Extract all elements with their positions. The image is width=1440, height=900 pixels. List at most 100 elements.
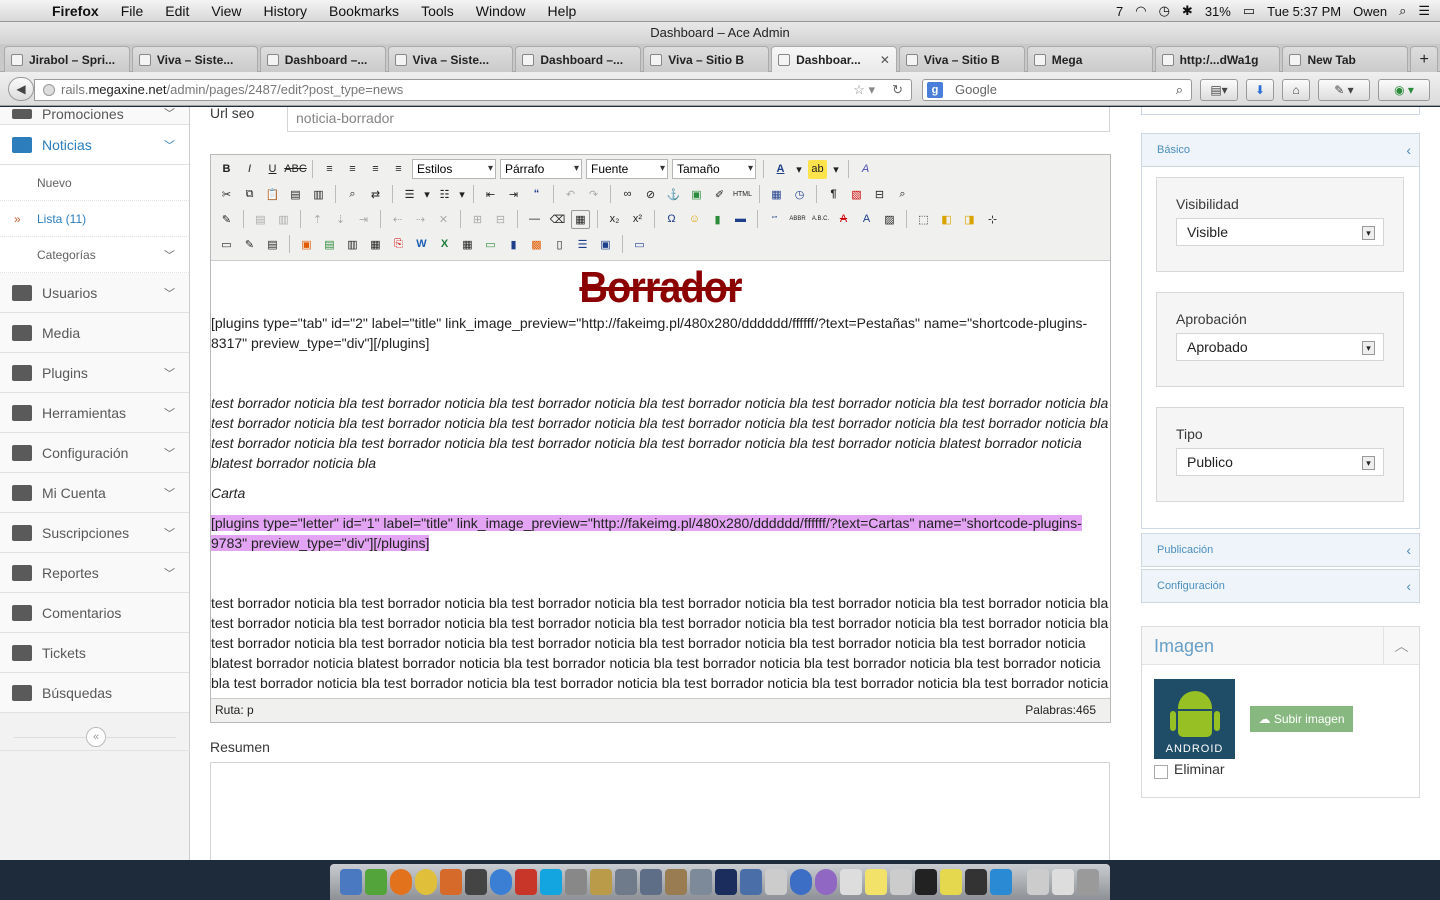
align-right-icon[interactable]: ≡ (366, 160, 385, 179)
app-icon[interactable] (940, 869, 962, 895)
wifi-icon[interactable]: ◠ (1135, 3, 1146, 19)
paste-text-icon[interactable]: ▤ (286, 185, 305, 204)
sidebar-subitem-nuevo[interactable]: Nuevo (0, 165, 189, 201)
browser-tab[interactable]: Viva – Sitio B (643, 46, 770, 72)
app-icon[interactable] (465, 869, 487, 895)
show-blocks-icon[interactable]: ¶ (824, 185, 843, 204)
menu-help[interactable]: Help (548, 3, 577, 19)
app-icon[interactable] (640, 869, 662, 895)
italic-icon[interactable]: I (240, 160, 259, 179)
copy-icon[interactable]: ⧉ (240, 185, 259, 204)
highlight-color-icon[interactable]: ab (808, 159, 827, 179)
addon-button[interactable]: ✎ ▾ (1318, 79, 1370, 101)
excel-icon[interactable]: X (435, 235, 454, 254)
video-icon[interactable]: ▮ (504, 235, 523, 254)
underline-icon[interactable]: U (263, 160, 282, 179)
double-angle-left-icon[interactable]: « (86, 727, 106, 747)
aprobacion-select[interactable]: Aprobado ▾ (1176, 333, 1384, 361)
cleanup-icon[interactable]: ✐ (710, 185, 729, 204)
advanced-hr-icon[interactable]: ▬ (731, 210, 750, 229)
chevron-down-icon[interactable]: ▾ (423, 185, 431, 204)
word-icon[interactable]: W (412, 235, 431, 254)
bold-icon[interactable]: B (217, 160, 236, 179)
home-icon[interactable]: ⌂ (1282, 79, 1310, 101)
menu-edit[interactable]: Edit (165, 3, 189, 19)
finder-icon[interactable] (340, 869, 362, 895)
format-dropdown[interactable]: Párrafo (500, 159, 582, 179)
sidebar-item-noticias[interactable]: Noticias ﹀ (0, 125, 189, 165)
anchor-icon[interactable]: ⚓ (664, 185, 683, 204)
insert-date-icon[interactable]: ▦ (767, 185, 786, 204)
accordion-basico[interactable]: Básico ‹ (1141, 133, 1420, 167)
downloads-icon[interactable]: ⬇ (1246, 79, 1274, 101)
page-break-icon[interactable]: ⊟ (870, 185, 889, 204)
indent-icon[interactable]: ⇥ (504, 185, 523, 204)
eliminar-checkbox[interactable] (1154, 765, 1168, 779)
app-icon[interactable] (740, 869, 762, 895)
menu-bookmarks[interactable]: Bookmarks (329, 3, 399, 19)
sidebar-item-tickets[interactable]: Tickets (0, 633, 189, 673)
pdf-icon[interactable]: ⎘ (389, 235, 408, 254)
insert-time-icon[interactable]: ◷ (790, 185, 809, 204)
app-icon[interactable] (815, 869, 837, 895)
align-center-icon[interactable]: ≡ (343, 160, 362, 179)
cut-icon[interactable]: ✂ (217, 185, 236, 204)
app-icon[interactable] (665, 869, 687, 895)
styles-dropdown[interactable]: Estilos (412, 159, 496, 179)
menu-window[interactable]: Window (476, 3, 526, 19)
strikethrough-icon[interactable]: ABC (284, 160, 307, 179)
columns-icon[interactable]: ▯ (550, 235, 569, 254)
new-tab-button[interactable]: + (1410, 46, 1439, 72)
gallery-icon[interactable]: ▣ (297, 235, 316, 254)
align-justify-icon[interactable]: ≡ (389, 160, 408, 179)
sidebar-item-media[interactable]: Media (0, 313, 189, 353)
table-row-props-icon[interactable]: ▤ (251, 210, 270, 229)
app-icon[interactable] (565, 869, 587, 895)
resumen-textarea[interactable] (210, 762, 1110, 860)
col-before-icon[interactable]: ⇠ (388, 210, 407, 229)
chrome-icon[interactable] (415, 869, 437, 895)
numbered-list-icon[interactable]: ☷ (435, 185, 454, 204)
acronym-icon[interactable]: A.B.C. (811, 210, 830, 229)
move-layer-icon[interactable]: ◨ (960, 210, 979, 229)
activity-monitor-icon[interactable] (965, 869, 987, 895)
subscript-icon[interactable]: x₂ (605, 210, 624, 229)
safari-icon[interactable] (490, 869, 512, 895)
preview-icon[interactable]: ⌕ (893, 185, 912, 204)
app-icon[interactable] (440, 869, 462, 895)
picture-icon[interactable]: ▭ (481, 235, 500, 254)
back-button[interactable]: ◀ (8, 77, 34, 101)
itunes-icon[interactable] (790, 869, 812, 895)
align-left-icon[interactable]: ≡ (320, 160, 339, 179)
attach-icon[interactable]: ✎ (240, 235, 259, 254)
delete-col-icon[interactable]: ✕ (434, 210, 453, 229)
trash-icon[interactable] (1077, 869, 1099, 895)
menu-file[interactable]: File (121, 3, 144, 19)
visibilidad-select[interactable]: Visible ▾ (1176, 218, 1384, 246)
font-size-dropdown[interactable]: Tamaño (672, 159, 756, 179)
app-icon[interactable] (615, 869, 637, 895)
skype-icon[interactable] (540, 869, 562, 895)
time-machine-icon[interactable]: ◷ (1159, 3, 1170, 19)
sidebar-subitem-categorias[interactable]: Categorías ﹀ (0, 237, 189, 273)
attributes-icon[interactable]: ▨ (880, 210, 899, 229)
menu-view[interactable]: View (211, 3, 241, 19)
site-identity-icon[interactable] (43, 84, 55, 96)
files-icon[interactable]: ▦ (366, 235, 385, 254)
spotlight-icon[interactable]: ⌕ (1399, 3, 1406, 19)
browser-tab[interactable]: Viva – Sitio B (898, 46, 1025, 72)
app-icon[interactable] (765, 869, 787, 895)
document-icon[interactable] (1027, 869, 1049, 895)
sidebar-item-suscripciones[interactable]: Suscripciones ﹀ (0, 513, 189, 553)
shortcode-icon[interactable]: ▭ (630, 235, 649, 254)
app-icon[interactable] (990, 869, 1012, 895)
sidebar-item-busquedas[interactable]: Búsquedas (0, 673, 189, 713)
special-char-icon[interactable]: Ω (662, 210, 681, 229)
chevron-up-icon[interactable]: ︿ (1383, 627, 1419, 665)
slider-icon[interactable]: ▤ (320, 235, 339, 254)
chevron-down-icon[interactable]: ▾ (794, 160, 804, 179)
abbr-icon[interactable]: ABBR (788, 210, 807, 229)
link-icon[interactable]: ∞ (618, 185, 637, 204)
paste-word-icon[interactable]: ▥ (309, 185, 328, 204)
chevron-down-icon[interactable]: ▾ (458, 185, 466, 204)
